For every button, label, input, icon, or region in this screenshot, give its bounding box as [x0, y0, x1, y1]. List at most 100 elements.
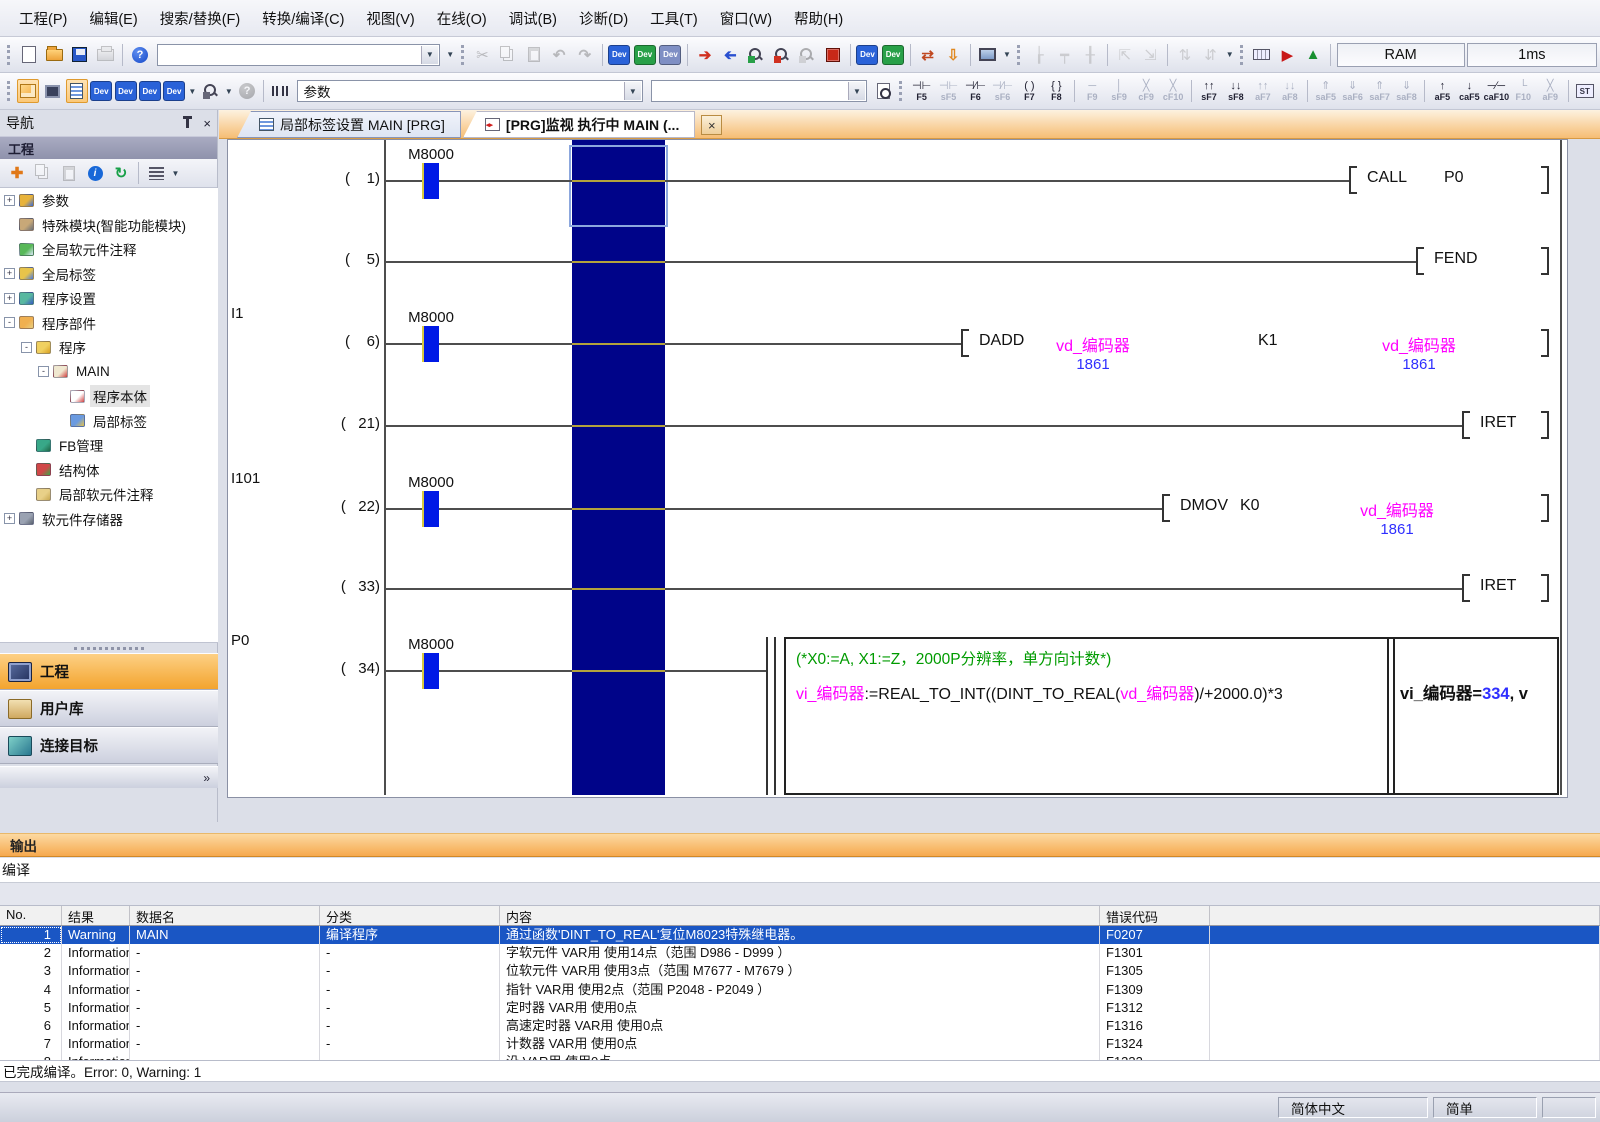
tree-expand-toggle[interactable]: +: [4, 195, 15, 206]
open-branch-button[interactable]: ⊣⊢sF5: [935, 76, 962, 107]
read-from-plc-icon[interactable]: ➔: [719, 43, 743, 67]
contact-m8000[interactable]: [422, 326, 439, 362]
vertical-line-button[interactable]: │sF9: [1106, 76, 1133, 107]
menu-item-1[interactable]: 编辑(E): [78, 3, 148, 34]
operand[interactable]: K1: [1258, 332, 1278, 350]
close-icon[interactable]: ×: [203, 116, 211, 131]
tree-item-局部标签[interactable]: 局部标签: [0, 409, 218, 434]
save-project-icon[interactable]: [68, 43, 92, 67]
monitor-stop-icon[interactable]: [770, 43, 794, 67]
pulse-close-contact-button[interactable]: ↓↓sF8: [1222, 76, 1249, 107]
sort-dropdown[interactable]: ▼: [169, 162, 182, 184]
menu-item-8[interactable]: 工具(T): [639, 3, 709, 34]
contact-m8000[interactable]: [422, 163, 439, 199]
operand-label[interactable]: vd_编码器: [1332, 497, 1462, 521]
find-value-combo[interactable]: ▼: [651, 80, 867, 102]
outline-window-icon[interactable]: [66, 79, 88, 103]
output-row[interactable]: 5Information--定时器 VAR用 使用0点F1312: [0, 999, 1600, 1017]
menu-item-5[interactable]: 在线(O): [426, 3, 498, 34]
nav-button-user-library[interactable]: 用户库: [0, 690, 218, 727]
data-transfer-icon[interactable]: ⇄: [916, 43, 940, 67]
pulse-ne-open-branch-button[interactable]: ⇑saF7: [1366, 76, 1393, 107]
delete-branch-button[interactable]: ╳aF9: [1537, 76, 1564, 107]
device-comment-icon[interactable]: Dev: [90, 79, 112, 103]
sort-icon[interactable]: [144, 161, 168, 185]
horizontal-line-button[interactable]: ─F9: [1079, 76, 1106, 107]
device-batch-monitor-icon[interactable]: [821, 43, 845, 67]
simulation-stop-icon[interactable]: ▲: [1301, 43, 1325, 67]
output-row[interactable]: 6Information--高速定时器 VAR用 使用0点F1316: [0, 1017, 1600, 1035]
coil-button[interactable]: ( )F7: [1016, 76, 1043, 107]
instruction-dadd[interactable]: DADD: [979, 332, 1024, 350]
tree-item-全局软元件注释[interactable]: 全局软元件注释: [0, 237, 218, 262]
new-data-icon[interactable]: ✚: [5, 161, 29, 185]
tree-expand-toggle[interactable]: -: [38, 366, 49, 377]
pulse-ne-close-contact-button[interactable]: ⇓saF6: [1339, 76, 1366, 107]
operand[interactable]: P0: [1444, 169, 1464, 187]
element-selection-icon[interactable]: [41, 79, 63, 103]
menu-item-7[interactable]: 诊断(D): [568, 3, 639, 34]
tree-item-MAIN[interactable]: -MAIN: [0, 360, 218, 385]
toolbar-options-dropdown[interactable]: ▼: [444, 44, 457, 66]
ladder-logic-test-icon[interactable]: [1250, 43, 1274, 67]
edit-cursor[interactable]: [569, 145, 668, 227]
find-icon[interactable]: [269, 79, 291, 103]
operand-label[interactable]: vd_编码器: [1028, 332, 1158, 356]
device-comment-verify-icon[interactable]: Dev: [659, 43, 683, 67]
pulse-close-branch-button[interactable]: ↓↓aF8: [1276, 76, 1303, 107]
device-monitor-icon[interactable]: Dev: [856, 43, 880, 67]
pulse-open-contact-button[interactable]: ↑↑sF7: [1195, 76, 1222, 107]
instruction-fend[interactable]: FEND: [1434, 250, 1478, 268]
operand[interactable]: K0: [1240, 497, 1260, 515]
pin-icon[interactable]: [186, 119, 189, 128]
instruction-call[interactable]: CALL: [1367, 169, 1407, 187]
simulation-start-icon[interactable]: ▶: [1276, 43, 1300, 67]
tree-item-程序[interactable]: -程序: [0, 335, 218, 360]
output-row[interactable]: 2Information--字软元件 VAR用 使用14点（范围 D986 - …: [0, 944, 1600, 962]
tree-item-全局标签[interactable]: +全局标签: [0, 262, 218, 287]
contact-m8000[interactable]: [422, 491, 439, 527]
tree-expand-toggle[interactable]: +: [4, 293, 15, 304]
tree-expand-toggle[interactable]: +: [4, 268, 15, 279]
ladder-editor[interactable]: ( 1) M8000 CALL P0 ( 5) FEND I1 (: [227, 139, 1568, 798]
nav-button-project[interactable]: 工程: [0, 653, 218, 690]
output-header[interactable]: 输出: [0, 833, 1600, 857]
output-row[interactable]: 3Information--位软元件 VAR用 使用3点（范围 M7677 - …: [0, 962, 1600, 980]
menu-item-6[interactable]: 调试(B): [498, 3, 568, 34]
find-in-page-icon[interactable]: [872, 79, 894, 103]
watch-window-icon[interactable]: Dev: [163, 79, 185, 103]
output-row[interactable]: 1WarningMAIN编译程序通过函数'DINT_TO_REAL'复位M802…: [0, 926, 1600, 944]
help-icon[interactable]: ?: [128, 43, 152, 67]
instruction-dmov[interactable]: DMOV: [1180, 497, 1228, 515]
tree-expand-toggle[interactable]: -: [21, 342, 32, 353]
remote-operation-icon[interactable]: [976, 43, 1000, 67]
instruction-iret[interactable]: IRET: [1480, 414, 1516, 432]
chevron-down-icon[interactable]: ▼: [421, 46, 438, 64]
new-project-icon[interactable]: [17, 43, 41, 67]
tree-expand-toggle[interactable]: -: [4, 317, 15, 328]
pulse-open-branch-button[interactable]: ↑↑aF7: [1249, 76, 1276, 107]
tree-item-软元件存储器[interactable]: +软元件存储器: [0, 507, 218, 532]
nav-splitter[interactable]: [0, 643, 218, 653]
find-target-combo[interactable]: 参数▼: [297, 80, 643, 102]
operand-label[interactable]: vd_编码器: [1354, 332, 1484, 356]
chevron-down-icon[interactable]: ▼: [848, 82, 865, 100]
menu-item-3[interactable]: 转换/编译(C): [251, 3, 355, 34]
tree-item-FB管理[interactable]: FB管理: [0, 433, 218, 458]
open-contact-button[interactable]: ⊣⊢F5: [908, 76, 935, 107]
sfc-options-dropdown[interactable]: ▼: [1223, 44, 1236, 66]
invert-result-button[interactable]: ─∕─caF10: [1483, 76, 1510, 107]
tree-item-程序设置[interactable]: +程序设置: [0, 286, 218, 311]
tab-local-label-setting[interactable]: 局部标签设置 MAIN [PRG]: [237, 111, 461, 138]
write-to-plc-icon[interactable]: ➔: [693, 43, 717, 67]
pc-write-icon[interactable]: ⇩: [941, 43, 965, 67]
tree-item-程序本体[interactable]: 程序本体: [0, 384, 218, 409]
inline-st-icon[interactable]: ST: [1574, 79, 1596, 103]
device-comment-read-icon[interactable]: Dev: [633, 43, 657, 67]
device-init-icon[interactable]: Dev: [139, 79, 161, 103]
watch-dropdown[interactable]: ▼: [186, 80, 198, 102]
menu-item-2[interactable]: 搜索/替换(F): [149, 3, 252, 34]
pulse-ne-open-contact-button[interactable]: ⇑saF5: [1312, 76, 1339, 107]
refresh-icon[interactable]: ↻: [109, 161, 133, 185]
output-row[interactable]: 4Information--指针 VAR用 使用2点（范围 P2048 - P2…: [0, 981, 1600, 999]
